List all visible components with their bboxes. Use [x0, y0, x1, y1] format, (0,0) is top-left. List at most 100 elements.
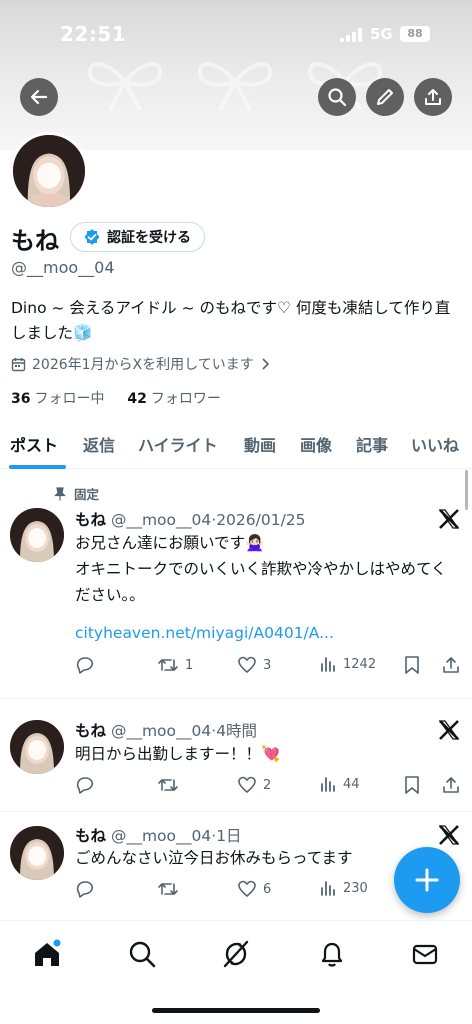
post-text: 明日から出勤しますー！！💘 — [75, 745, 281, 763]
view-count: 230 — [343, 880, 368, 896]
mail-icon — [412, 944, 438, 965]
views-button[interactable]: 1242 — [319, 655, 376, 673]
like-count: 2 — [263, 777, 272, 793]
view-count: 1242 — [343, 656, 377, 672]
tab-articles[interactable]: 記事 — [356, 432, 388, 456]
get-verified-button[interactable]: 認証を受ける — [70, 222, 205, 252]
views-icon — [321, 777, 335, 792]
post-actions: 6 230 — [75, 879, 385, 901]
tab-posts[interactable]: ポスト — [10, 432, 58, 456]
post-author-name[interactable]: もね — [75, 511, 106, 529]
scrollbar[interactable] — [465, 470, 468, 510]
following-link[interactable]: 36 フォロー中 — [11, 391, 104, 407]
share-icon[interactable] — [441, 775, 461, 795]
following-label: フォロー中 — [34, 391, 105, 407]
followers-link[interactable]: 42 フォロワー — [127, 391, 220, 407]
like-count: 3 — [263, 657, 272, 673]
tab-likes[interactable]: いいね — [411, 432, 459, 456]
views-button[interactable]: 44 — [319, 775, 360, 793]
bookmark-icon[interactable] — [403, 775, 421, 795]
heart-icon — [238, 656, 256, 674]
views-icon — [321, 657, 335, 672]
x-logo-icon — [438, 720, 460, 740]
followers-count: 42 — [127, 391, 147, 407]
post-header: もね @__moo__04·2026/01/25 — [75, 511, 306, 529]
post-author-handle[interactable]: @__moo__04 — [111, 722, 211, 740]
heart-icon — [238, 880, 256, 898]
tab-images[interactable]: 画像 — [300, 432, 332, 456]
like-button[interactable]: 2 — [237, 775, 271, 795]
repost-icon — [158, 779, 178, 791]
post-actions: 2 44 — [75, 775, 460, 797]
repost-button[interactable] — [157, 775, 185, 795]
post-author-name[interactable]: もね — [75, 827, 106, 845]
avatar-image — [10, 826, 64, 880]
post-time[interactable]: 2026/01/25 — [216, 511, 305, 529]
search-icon — [129, 941, 156, 968]
chevron-right-icon — [262, 358, 269, 370]
reply-icon — [76, 777, 94, 794]
status-time: 22:51 — [60, 22, 127, 46]
bell-icon — [321, 942, 343, 967]
share-icon — [425, 89, 441, 105]
nav-home[interactable] — [32, 939, 62, 969]
reply-icon — [76, 657, 94, 674]
arrow-left-icon — [30, 89, 48, 105]
share-button[interactable] — [414, 78, 452, 116]
compose-button[interactable] — [394, 847, 460, 913]
post-avatar[interactable] — [10, 720, 64, 774]
grok-icon — [223, 940, 249, 968]
pin-icon — [54, 486, 66, 500]
repost-button[interactable]: 1 — [157, 655, 193, 675]
tab-replies[interactable]: 返信 — [83, 432, 115, 456]
profile-avatar[interactable] — [10, 132, 88, 210]
reply-button[interactable] — [75, 879, 101, 899]
nav-search[interactable] — [127, 939, 157, 969]
edit-button[interactable] — [366, 78, 404, 116]
profile-handle: @__moo__04 — [11, 258, 115, 277]
signal-icon — [340, 28, 362, 42]
status-bar: 22:51 5G 88 — [0, 0, 472, 70]
post-time[interactable]: 1日 — [216, 827, 241, 845]
nav-notifications[interactable] — [317, 939, 347, 969]
pinned-indicator: 固定 — [54, 484, 99, 503]
post-avatar[interactable] — [10, 826, 64, 880]
repost-icon — [158, 659, 178, 671]
like-button[interactable]: 3 — [237, 655, 271, 675]
like-button[interactable]: 6 — [237, 879, 271, 899]
reply-button[interactable] — [75, 655, 101, 675]
nav-messages[interactable] — [410, 939, 440, 969]
post-author-handle[interactable]: @__moo__04 — [111, 827, 211, 845]
x-logo-icon — [438, 509, 460, 529]
post-time[interactable]: 4時間 — [216, 722, 257, 740]
post-author-handle[interactable]: @__moo__04 — [111, 511, 211, 529]
post-link[interactable]: cityheaven.net/miyagi/A0401/A... — [75, 624, 334, 642]
repost-button[interactable] — [157, 879, 185, 899]
repost-count: 1 — [185, 657, 194, 673]
profile-name: もね — [11, 227, 59, 255]
tab-highlights[interactable]: ハイライト — [138, 432, 218, 456]
reply-button[interactable] — [75, 775, 101, 795]
tab-videos[interactable]: 動画 — [244, 432, 276, 456]
post-divider — [0, 698, 472, 699]
nav-grok[interactable] — [221, 939, 251, 969]
share-icon[interactable] — [441, 655, 461, 675]
avatar-image — [10, 508, 64, 562]
join-date[interactable]: 2026年1月からXを利用しています — [11, 354, 270, 374]
like-count: 6 — [263, 881, 272, 897]
post-author-name[interactable]: もね — [75, 722, 106, 740]
join-date-text: 2026年1月からXを利用しています — [32, 357, 254, 373]
pinned-label: 固定 — [74, 487, 100, 502]
back-button[interactable] — [20, 78, 58, 116]
view-count: 44 — [343, 776, 360, 792]
active-tab-indicator — [9, 465, 66, 469]
views-button[interactable]: 230 — [319, 879, 368, 897]
repost-icon — [158, 883, 178, 895]
home-indicator — [152, 1008, 320, 1013]
following-count: 36 — [11, 391, 31, 407]
reply-icon — [76, 881, 94, 898]
bookmark-icon[interactable] — [403, 655, 421, 675]
verified-badge-icon — [84, 229, 100, 245]
search-button[interactable] — [318, 78, 356, 116]
post-avatar[interactable] — [10, 508, 64, 562]
